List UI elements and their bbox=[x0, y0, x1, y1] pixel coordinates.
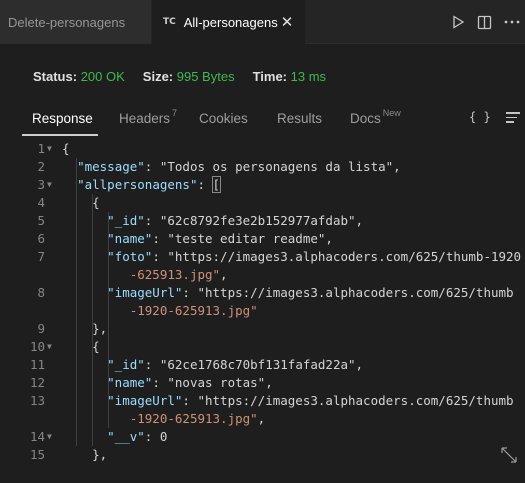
code-text: "foto": "https://images3.alphacoders.com… bbox=[107, 249, 522, 264]
indent-guide bbox=[76, 158, 77, 446]
line-number: 5 bbox=[37, 213, 45, 228]
line-number: 13 bbox=[29, 393, 45, 408]
code-text: "imageUrl": "https://images3.alphacoders… bbox=[107, 285, 514, 300]
line-number: 9 bbox=[37, 321, 45, 336]
menu-icon[interactable] bbox=[506, 112, 520, 124]
response-status: Status: 200 OK Size: 995 Bytes Time: 13 … bbox=[33, 69, 344, 84]
line-number: 10 bbox=[29, 339, 45, 354]
line-number: 1 bbox=[37, 141, 45, 156]
line-number: 14 bbox=[29, 429, 45, 444]
line-number: 11 bbox=[29, 357, 45, 372]
fold-chevron-icon[interactable]: ▼ bbox=[47, 338, 52, 356]
code-text: -625913.jpg", bbox=[129, 267, 228, 282]
fold-chevron-icon[interactable]: ▼ bbox=[47, 140, 52, 158]
line-number: 12 bbox=[29, 375, 45, 390]
fold-chevron-icon[interactable]: ▼ bbox=[47, 428, 52, 446]
line-number: 4 bbox=[37, 195, 45, 210]
thunder-client-icon: TC bbox=[163, 17, 176, 27]
tab-cookies[interactable]: Cookies bbox=[199, 111, 248, 126]
code-text: { bbox=[62, 141, 70, 156]
docs-new-badge: New bbox=[382, 108, 401, 118]
tab-headers[interactable]: Headers 7 bbox=[119, 108, 178, 126]
editor-actions bbox=[444, 0, 525, 44]
fold-chevron-icon[interactable]: ▼ bbox=[47, 176, 52, 194]
line-number: 2 bbox=[37, 159, 45, 174]
tab-label: Delete-personagens bbox=[8, 14, 126, 30]
status-code: Status: 200 OK bbox=[33, 69, 125, 84]
line-number: 8 bbox=[37, 285, 45, 300]
tab-docs[interactable]: Docs New bbox=[350, 108, 401, 126]
tab-delete-personagens[interactable]: Delete-personagens bbox=[0, 0, 152, 44]
more-actions-icon[interactable] bbox=[498, 9, 525, 36]
run-icon[interactable] bbox=[444, 9, 471, 36]
code-text: }, bbox=[62, 447, 108, 462]
response-size: Size: 995 Bytes bbox=[142, 69, 235, 84]
code-text: "message": "Todos os personagens da list… bbox=[77, 159, 401, 174]
tab-all-personagens[interactable]: TC All-personagens ✕ bbox=[152, 0, 306, 44]
line-number: 6 bbox=[37, 231, 45, 246]
text-cursor bbox=[220, 178, 222, 193]
code-text: { bbox=[62, 195, 100, 210]
code-text: "allpersonagens": [ bbox=[77, 176, 222, 193]
code-text: "name": "teste editar readme", bbox=[107, 231, 333, 246]
code-text: "name": "novas rotas", bbox=[107, 375, 273, 390]
tab-label: All-personagens bbox=[183, 14, 278, 30]
resize-handle-icon[interactable] bbox=[500, 446, 518, 464]
tab-results[interactable]: Results bbox=[277, 111, 322, 126]
response-time: Time: 13 ms bbox=[252, 69, 327, 84]
code-text: "imageUrl": "https://images3.alphacoders… bbox=[107, 393, 514, 408]
close-icon[interactable]: ✕ bbox=[279, 14, 295, 30]
tab-response[interactable]: Response bbox=[32, 111, 93, 126]
format-json-icon[interactable]: { } bbox=[469, 110, 491, 124]
code-text: { bbox=[62, 339, 100, 354]
code-text: }, bbox=[62, 321, 108, 336]
indent-guide bbox=[92, 194, 93, 446]
line-number: 15 bbox=[29, 447, 45, 462]
response-body-viewer[interactable]: 1 ▼{2 "message": "Todos os personagens da… bbox=[0, 136, 525, 483]
headers-count-badge: 7 bbox=[172, 108, 178, 118]
line-number: 7 bbox=[37, 249, 45, 264]
indent-guide bbox=[108, 212, 109, 428]
line-number: 3 bbox=[37, 177, 45, 192]
editor-tab-bar: Delete-personagens TC All-personagens ✕ bbox=[0, 0, 525, 44]
code-text: "__v": 0 bbox=[107, 429, 168, 444]
response-tabs: Response Headers 7 Cookies Results Docs Ne… bbox=[0, 102, 525, 136]
split-editor-icon[interactable] bbox=[471, 9, 498, 36]
